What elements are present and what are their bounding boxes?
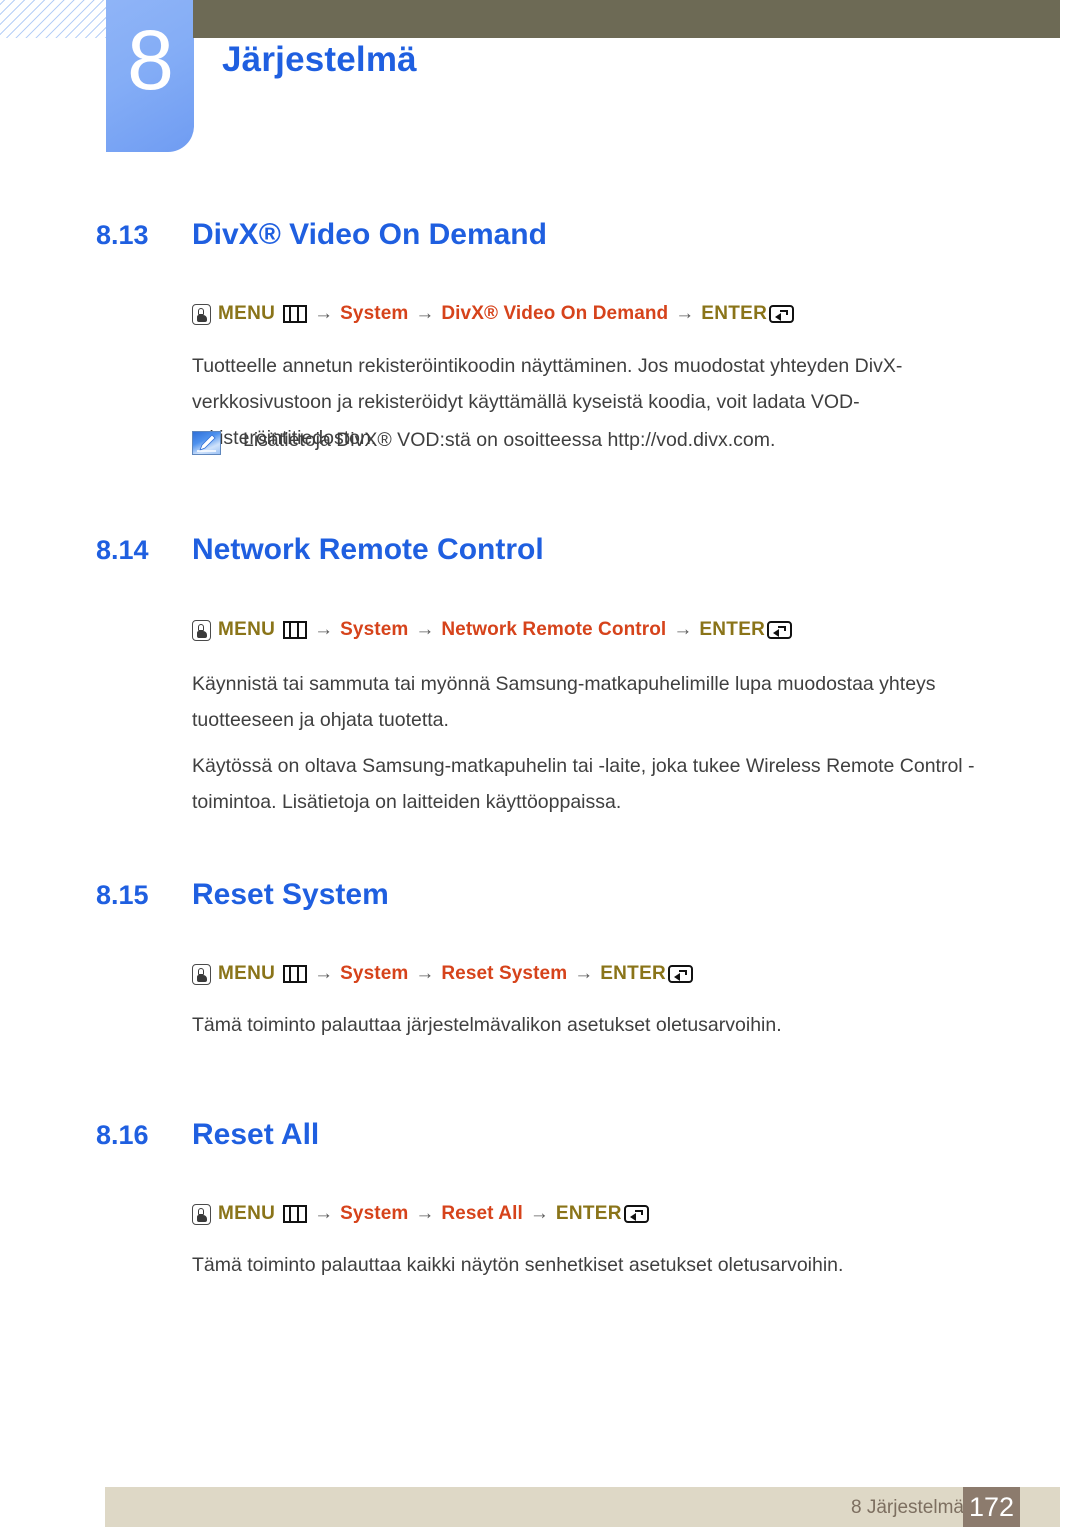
section-body-text: Tämä toiminto palauttaa kaikki näytön se… (192, 1254, 844, 1276)
section-number: 8.16 (96, 1120, 149, 1150)
note-text: Lisätietoja DivX® VOD:stä on osoitteessa… (243, 429, 776, 451)
menu-keyword: MENU (218, 303, 276, 324)
arrow-icon: → (314, 619, 334, 640)
menu-keyword: MENU (218, 963, 276, 984)
section-heading: 8.14 Network Remote Control (96, 533, 544, 567)
hand-press-icon (192, 303, 211, 325)
hand-press-icon (192, 619, 211, 641)
header-bar (193, 0, 1060, 38)
enter-key-icon (767, 621, 793, 639)
enter-key-icon (668, 965, 694, 983)
menu-path-item-feature: Reset All (441, 1203, 523, 1224)
enter-key-icon (769, 305, 795, 323)
arrow-icon: → (415, 303, 435, 324)
menu-path-item-system: System (340, 963, 409, 984)
arrow-icon: → (314, 1203, 334, 1224)
enter-keyword: ENTER (699, 619, 766, 640)
arrow-icon: → (574, 963, 594, 984)
chapter-title: Järjestelmä (222, 40, 417, 79)
menu-bars-icon (283, 621, 308, 639)
section-heading: 8.16 Reset All (96, 1118, 319, 1152)
section-title: Network Remote Control (192, 533, 544, 566)
footer-page-number: 172 (968, 1492, 1015, 1522)
menu-path-item-system: System (340, 619, 409, 640)
decorative-hatch-pattern (0, 0, 106, 38)
menu-path: MENU → System → Reset System → ENTER (192, 963, 694, 985)
note-pen-icon (192, 431, 221, 455)
arrow-icon: → (675, 303, 695, 324)
menu-path-item-feature: DivX® Video On Demand (441, 303, 669, 324)
footer-chapter-label: 8 Järjestelmä (851, 1497, 964, 1518)
menu-keyword: MENU (218, 1203, 276, 1224)
arrow-icon: → (314, 963, 334, 984)
section-title: DivX® Video On Demand (192, 218, 547, 251)
menu-bars-icon (283, 1205, 308, 1223)
section-title: Reset System (192, 878, 389, 911)
enter-keyword: ENTER (555, 1203, 622, 1224)
menu-path-item-feature: Reset System (441, 963, 568, 984)
menu-path: MENU → System → Network Remote Control →… (192, 619, 793, 641)
arrow-icon: → (415, 619, 435, 640)
section-title: Reset All (192, 1118, 320, 1151)
enter-key-icon (623, 1205, 649, 1223)
enter-keyword: ENTER (701, 303, 768, 324)
arrow-icon: → (415, 963, 435, 984)
menu-bars-icon (283, 305, 308, 323)
section-number: 8.13 (96, 220, 149, 250)
hand-press-icon (192, 1203, 211, 1225)
chapter-number-tab: 8 (106, 0, 194, 152)
menu-path: MENU → System → DivX® Video On Demand → … (192, 303, 795, 325)
arrow-icon: → (314, 303, 334, 324)
arrow-icon: → (529, 1203, 549, 1224)
menu-path-item-system: System (340, 303, 409, 324)
hand-press-icon (192, 963, 211, 985)
section-number: 8.14 (96, 535, 149, 565)
menu-bars-icon (283, 965, 308, 983)
section-body-text-secondary: Käytössä on oltava Samsung-matkapuhelin … (192, 755, 975, 813)
menu-path: MENU → System → Reset All → ENTER (192, 1203, 649, 1225)
arrow-icon: → (673, 619, 693, 640)
menu-keyword: MENU (218, 619, 276, 640)
note-row: Lisätietoja DivX® VOD:stä on osoitteessa… (192, 428, 775, 455)
arrow-icon: → (415, 1203, 435, 1224)
section-heading: 8.13 DivX® Video On Demand (96, 218, 547, 252)
section-body-text: Tämä toiminto palauttaa järjestelmävalik… (192, 1014, 782, 1036)
section-heading: 8.15 Reset System (96, 878, 389, 912)
enter-keyword: ENTER (600, 963, 667, 984)
chapter-number: 8 (127, 13, 174, 107)
menu-path-item-feature: Network Remote Control (441, 619, 667, 640)
section-number: 8.15 (96, 880, 149, 910)
section-body-text: Käynnistä tai sammuta tai myönnä Samsung… (192, 673, 936, 731)
menu-path-item-system: System (340, 1203, 409, 1224)
